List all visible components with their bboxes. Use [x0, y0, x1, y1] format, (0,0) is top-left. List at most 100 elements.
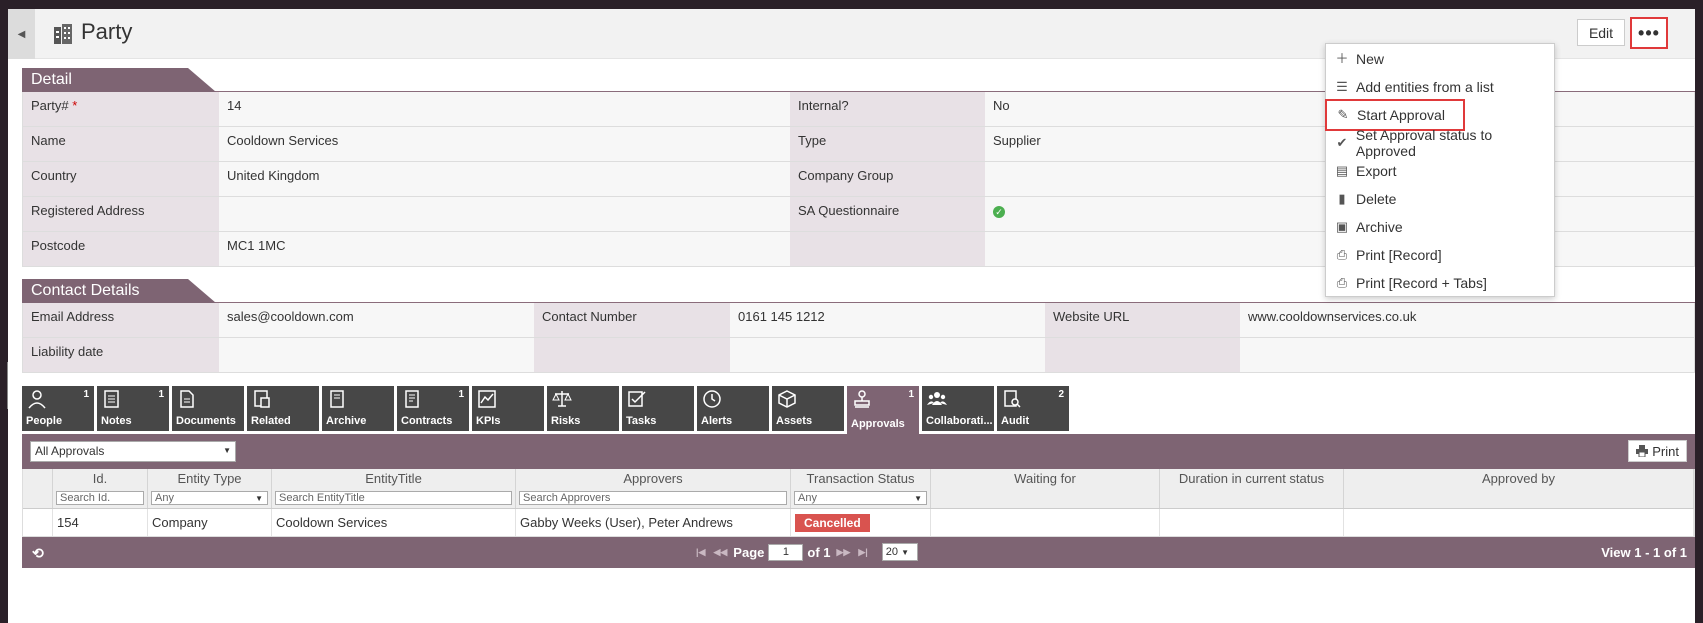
column-header-status[interactable]: Transaction Status Any ▼: [791, 469, 931, 508]
rows-per-page-select[interactable]: 20 ▼: [881, 543, 918, 561]
prev-page-icon[interactable]: ◀◀: [713, 547, 727, 558]
company-group-label: Company Group: [790, 162, 985, 196]
empty-label: [1045, 338, 1240, 372]
stamp-icon: [854, 390, 870, 408]
menu-item-archive[interactable]: ▣ Archive: [1326, 213, 1554, 241]
approvals-table: Id. Search Id. Entity Type Any ▼ EntityTi…: [22, 469, 1695, 537]
status-badge: Cancelled: [795, 514, 870, 532]
tab-kpis[interactable]: KPIs: [472, 386, 544, 431]
entity-type-filter-select[interactable]: Any ▼: [151, 491, 268, 505]
menu-item-delete[interactable]: ▮ Delete: [1326, 185, 1554, 213]
tab-label: Related: [251, 415, 291, 427]
approvals-toolbar: All Approvals ▼ Print: [22, 434, 1695, 469]
email-value: sales@cooldown.com: [219, 303, 534, 337]
clock-icon: [703, 390, 721, 408]
empty-label: [790, 232, 985, 266]
column-header-entity-type[interactable]: Entity Type Any ▼: [148, 469, 272, 508]
menu-item-label: Export: [1356, 163, 1397, 179]
status-filter-select[interactable]: Any ▼: [794, 491, 927, 505]
tab-people[interactable]: 1 People: [22, 386, 94, 431]
tab-archive[interactable]: Archive: [322, 386, 394, 431]
chart-icon: [478, 390, 496, 408]
status-cell: Cancelled: [791, 509, 931, 536]
page-number-input[interactable]: 1: [768, 543, 804, 561]
tab-label: Risks: [551, 415, 581, 427]
contact-grid: Email Address sales@cooldown.com Contact…: [22, 303, 1695, 373]
table-header: Id. Search Id. Entity Type Any ▼ EntityTi…: [23, 469, 1694, 509]
required-marker: *: [72, 98, 78, 113]
menu-item-label: Add entities from a list: [1356, 79, 1494, 95]
column-header-duration[interactable]: Duration in current status: [1160, 469, 1344, 508]
tab-label: People: [26, 415, 63, 427]
column-title: Entity Type: [177, 471, 242, 486]
row-select-header: [23, 469, 53, 508]
registered-address-label: Registered Address: [23, 197, 219, 231]
id-filter-input[interactable]: Search Id.: [56, 491, 144, 505]
tab-label: KPIs: [476, 415, 501, 427]
menu-item-print-record[interactable]: ⎙ Print [Record]: [1326, 241, 1554, 269]
menu-item-label: Print [Record + Tabs]: [1356, 275, 1487, 291]
more-actions-button[interactable]: •••: [1630, 17, 1668, 49]
tab-tasks[interactable]: Tasks: [622, 386, 694, 431]
filter-value: Any: [798, 492, 817, 504]
document-icon: [180, 390, 194, 408]
tab-related[interactable]: Related: [247, 386, 319, 431]
refresh-icon[interactable]: ⟲: [32, 545, 44, 562]
collapse-sidebar-button[interactable]: ◀: [8, 9, 35, 59]
approvers-filter-input[interactable]: Search Approvers: [519, 491, 787, 505]
archive-icon: [330, 390, 344, 408]
menu-item-new[interactable]: ＋ New: [1326, 45, 1554, 73]
postcode-label: Postcode: [23, 232, 219, 266]
building-icon: [54, 24, 72, 44]
tab-approvals[interactable]: 1 Approvals: [847, 386, 919, 434]
filter-value: All Approvals: [35, 444, 105, 458]
entity-type-cell: Company: [148, 509, 272, 536]
menu-item-start-approval[interactable]: ✎ Start Approval: [1325, 99, 1465, 131]
last-page-icon[interactable]: ▶|: [858, 547, 867, 558]
group-icon: [927, 392, 947, 405]
website-label: Website URL: [1045, 303, 1240, 337]
tab-risks[interactable]: Risks: [547, 386, 619, 431]
tab-assets[interactable]: Assets: [772, 386, 844, 431]
email-label: Email Address: [23, 303, 219, 337]
excel-icon: ▤: [1335, 163, 1349, 178]
column-header-approvers[interactable]: Approvers Search Approvers: [516, 469, 791, 508]
tab-documents[interactable]: Documents: [172, 386, 244, 431]
column-title: EntityTitle: [365, 471, 422, 486]
tab-label: Tasks: [626, 415, 657, 427]
printer-icon: ⎙: [1336, 275, 1348, 290]
sa-questionnaire-label: SA Questionnaire: [790, 197, 985, 231]
column-header-id[interactable]: Id. Search Id.: [53, 469, 148, 508]
row-select-cell[interactable]: [23, 509, 53, 536]
tab-alerts[interactable]: Alerts: [697, 386, 769, 431]
next-page-icon[interactable]: ▶▶: [837, 547, 851, 558]
empty-label: [534, 338, 730, 372]
menu-item-export[interactable]: ▤ Export: [1326, 157, 1554, 185]
column-header-waiting-for[interactable]: Waiting for: [931, 469, 1160, 508]
table-row[interactable]: 154 Company Cooldown Services Gabby Week…: [23, 509, 1694, 537]
entity-title-filter-input[interactable]: Search EntityTitle: [275, 491, 512, 505]
tab-contracts[interactable]: 1 Contracts: [397, 386, 469, 431]
approvals-filter-select[interactable]: All Approvals ▼: [30, 441, 236, 462]
column-header-entity-title[interactable]: EntityTitle Search EntityTitle: [272, 469, 516, 508]
first-page-icon[interactable]: |◀: [696, 547, 705, 558]
chevron-down-icon: ▼: [255, 494, 263, 503]
tab-collaboration[interactable]: Collaborati...: [922, 386, 994, 431]
edit-button[interactable]: Edit: [1577, 19, 1625, 46]
tab-label: Documents: [176, 415, 236, 427]
view-info: View 1 - 1 of 1: [1601, 545, 1687, 560]
menu-item-add-entities[interactable]: ☰ Add entities from a list: [1326, 73, 1554, 101]
tab-audit[interactable]: 2 Audit: [997, 386, 1069, 431]
tasks-icon: [628, 391, 646, 407]
menu-item-print-record-tabs[interactable]: ⎙ Print [Record + Tabs]: [1326, 269, 1554, 297]
menu-item-label: Print [Record]: [1356, 247, 1442, 263]
approvers-cell: Gabby Weeks (User), Peter Andrews: [516, 509, 791, 536]
printer-icon: [1636, 445, 1649, 457]
column-header-approved-by[interactable]: Approved by: [1344, 469, 1694, 508]
trash-icon: ▮: [1338, 191, 1346, 206]
contact-number-label: Contact Number: [534, 303, 730, 337]
tab-notes[interactable]: 1 Notes: [97, 386, 169, 431]
contact-number-value: 0161 145 1212: [730, 303, 1045, 337]
menu-item-set-approved[interactable]: ✔ Set Approval status to Approved: [1326, 127, 1554, 159]
print-button[interactable]: Print: [1628, 440, 1687, 462]
